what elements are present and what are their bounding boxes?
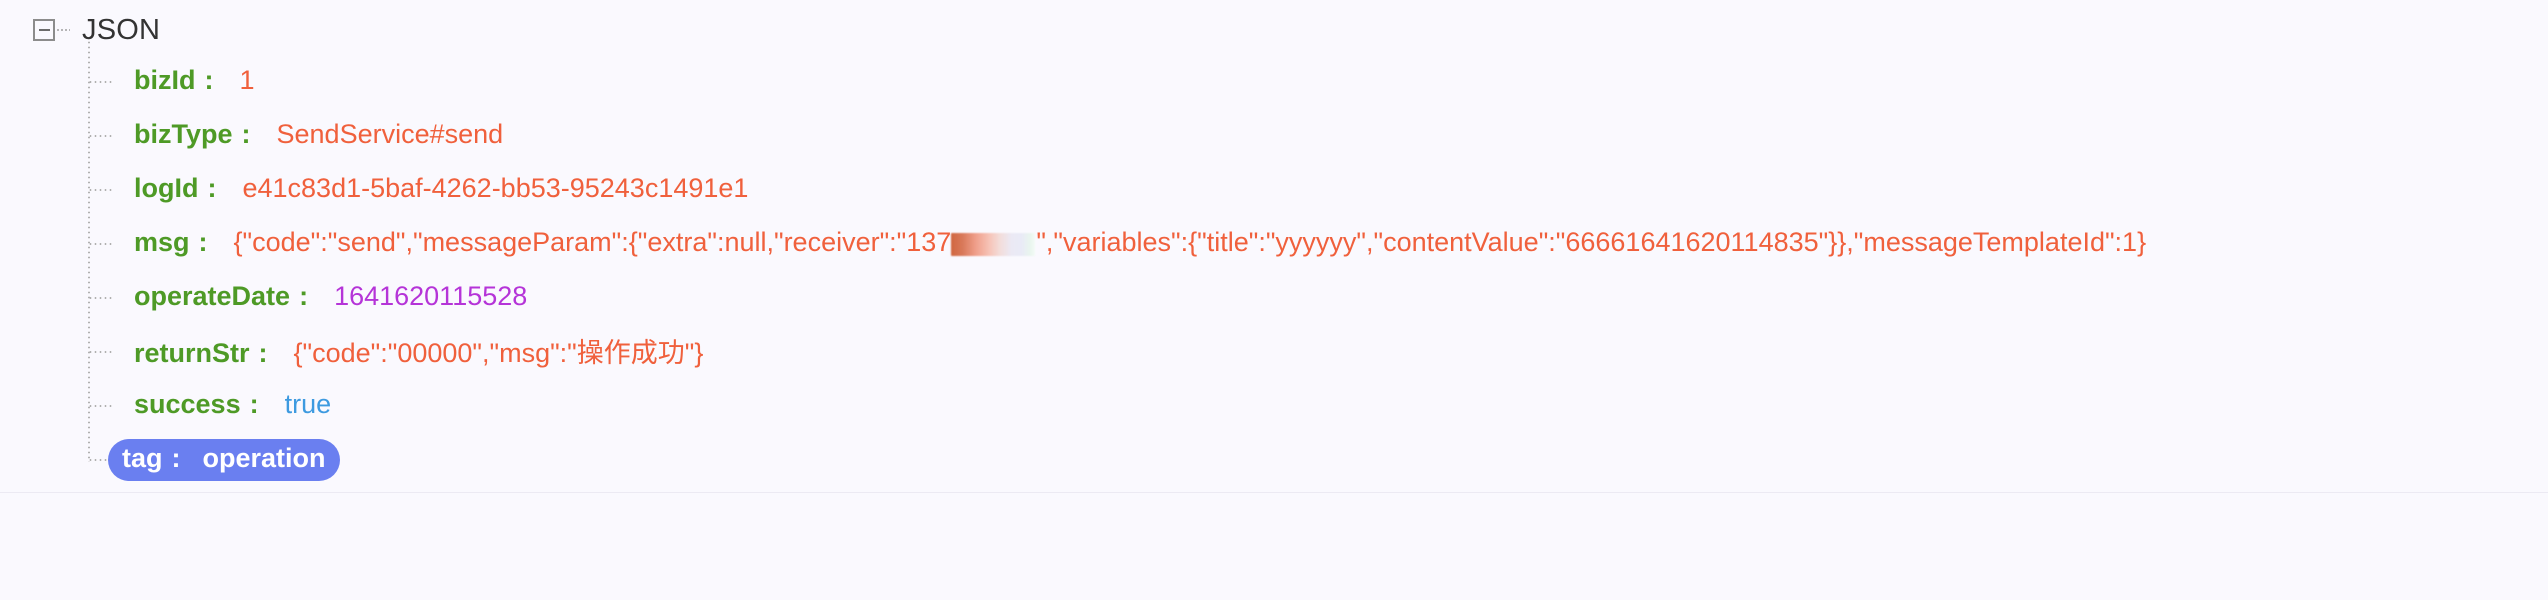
msg-value-suffix: ","variables":{"title":"yyyyyy","content… [1036,227,2147,257]
tree-branch-line [88,189,112,191]
json-entry-success[interactable]: success : true [120,385,345,427]
json-entry-operatedate[interactable]: operateDate : 1641620115528 [120,277,541,319]
json-colon: : [171,443,181,473]
json-entry-biztype[interactable]: bizType : SendService#send [120,115,517,157]
tree-branch-line [88,243,112,245]
json-key: success [134,389,241,419]
tree-branch-line [88,351,112,353]
json-value: true [284,389,332,419]
json-colon: : [207,173,217,203]
json-entry-logid[interactable]: logId : e41c83d1-5baf-4262-bb53-95243c14… [120,169,762,211]
json-root-row[interactable]: JSON [0,8,160,52]
json-value-msg: {"code":"send","messageParam":{"extra":n… [234,227,2147,258]
json-root-label: JSON [82,13,161,46]
json-key: logId [134,173,199,203]
json-key: returnStr [134,338,250,368]
json-colon: : [198,227,208,257]
redaction-block [951,233,1036,256]
json-entry-msg[interactable]: msg : {"code":"send","messageParam":{"ex… [120,223,2160,265]
json-entry-tag[interactable]: tag : operation [108,439,340,481]
json-value: 1 [239,65,255,95]
tree-trunk-line [88,40,90,462]
json-key: bizType [134,119,233,149]
json-entry-bizid[interactable]: bizId : 1 [120,61,269,103]
json-key: msg [134,227,190,257]
tree-branch-line [88,81,112,83]
json-value: {"code":"00000","msg":"操作成功"} [293,338,704,368]
minus-glyph [38,29,50,31]
json-tree-viewer: JSON bizId : 1 bizType : SendService#sen… [0,0,2548,600]
json-value: SendService#send [276,119,504,149]
collapse-minus-icon[interactable] [33,19,55,41]
json-entry-returnstr[interactable]: returnStr : {"code":"00000","msg":"操作成功"… [120,327,717,377]
json-key: operateDate [134,281,291,311]
bottom-divider [0,492,2548,493]
json-colon: : [249,389,259,419]
tree-connector-stub [56,29,70,31]
tree-branch-line [88,297,112,299]
json-colon: : [299,281,309,311]
json-value: e41c83d1-5baf-4262-bb53-95243c1491e1 [242,173,749,203]
tree-branch-line [88,405,112,407]
json-value: operation [202,443,326,473]
json-value: 1641620115528 [334,281,528,311]
json-colon: : [258,338,268,368]
json-key: bizId [134,65,196,95]
tree-branch-line [88,135,112,137]
json-key: tag [122,443,163,473]
json-colon: : [241,119,251,149]
json-colon: : [204,65,214,95]
msg-value-prefix: {"code":"send","messageParam":{"extra":n… [233,227,952,257]
